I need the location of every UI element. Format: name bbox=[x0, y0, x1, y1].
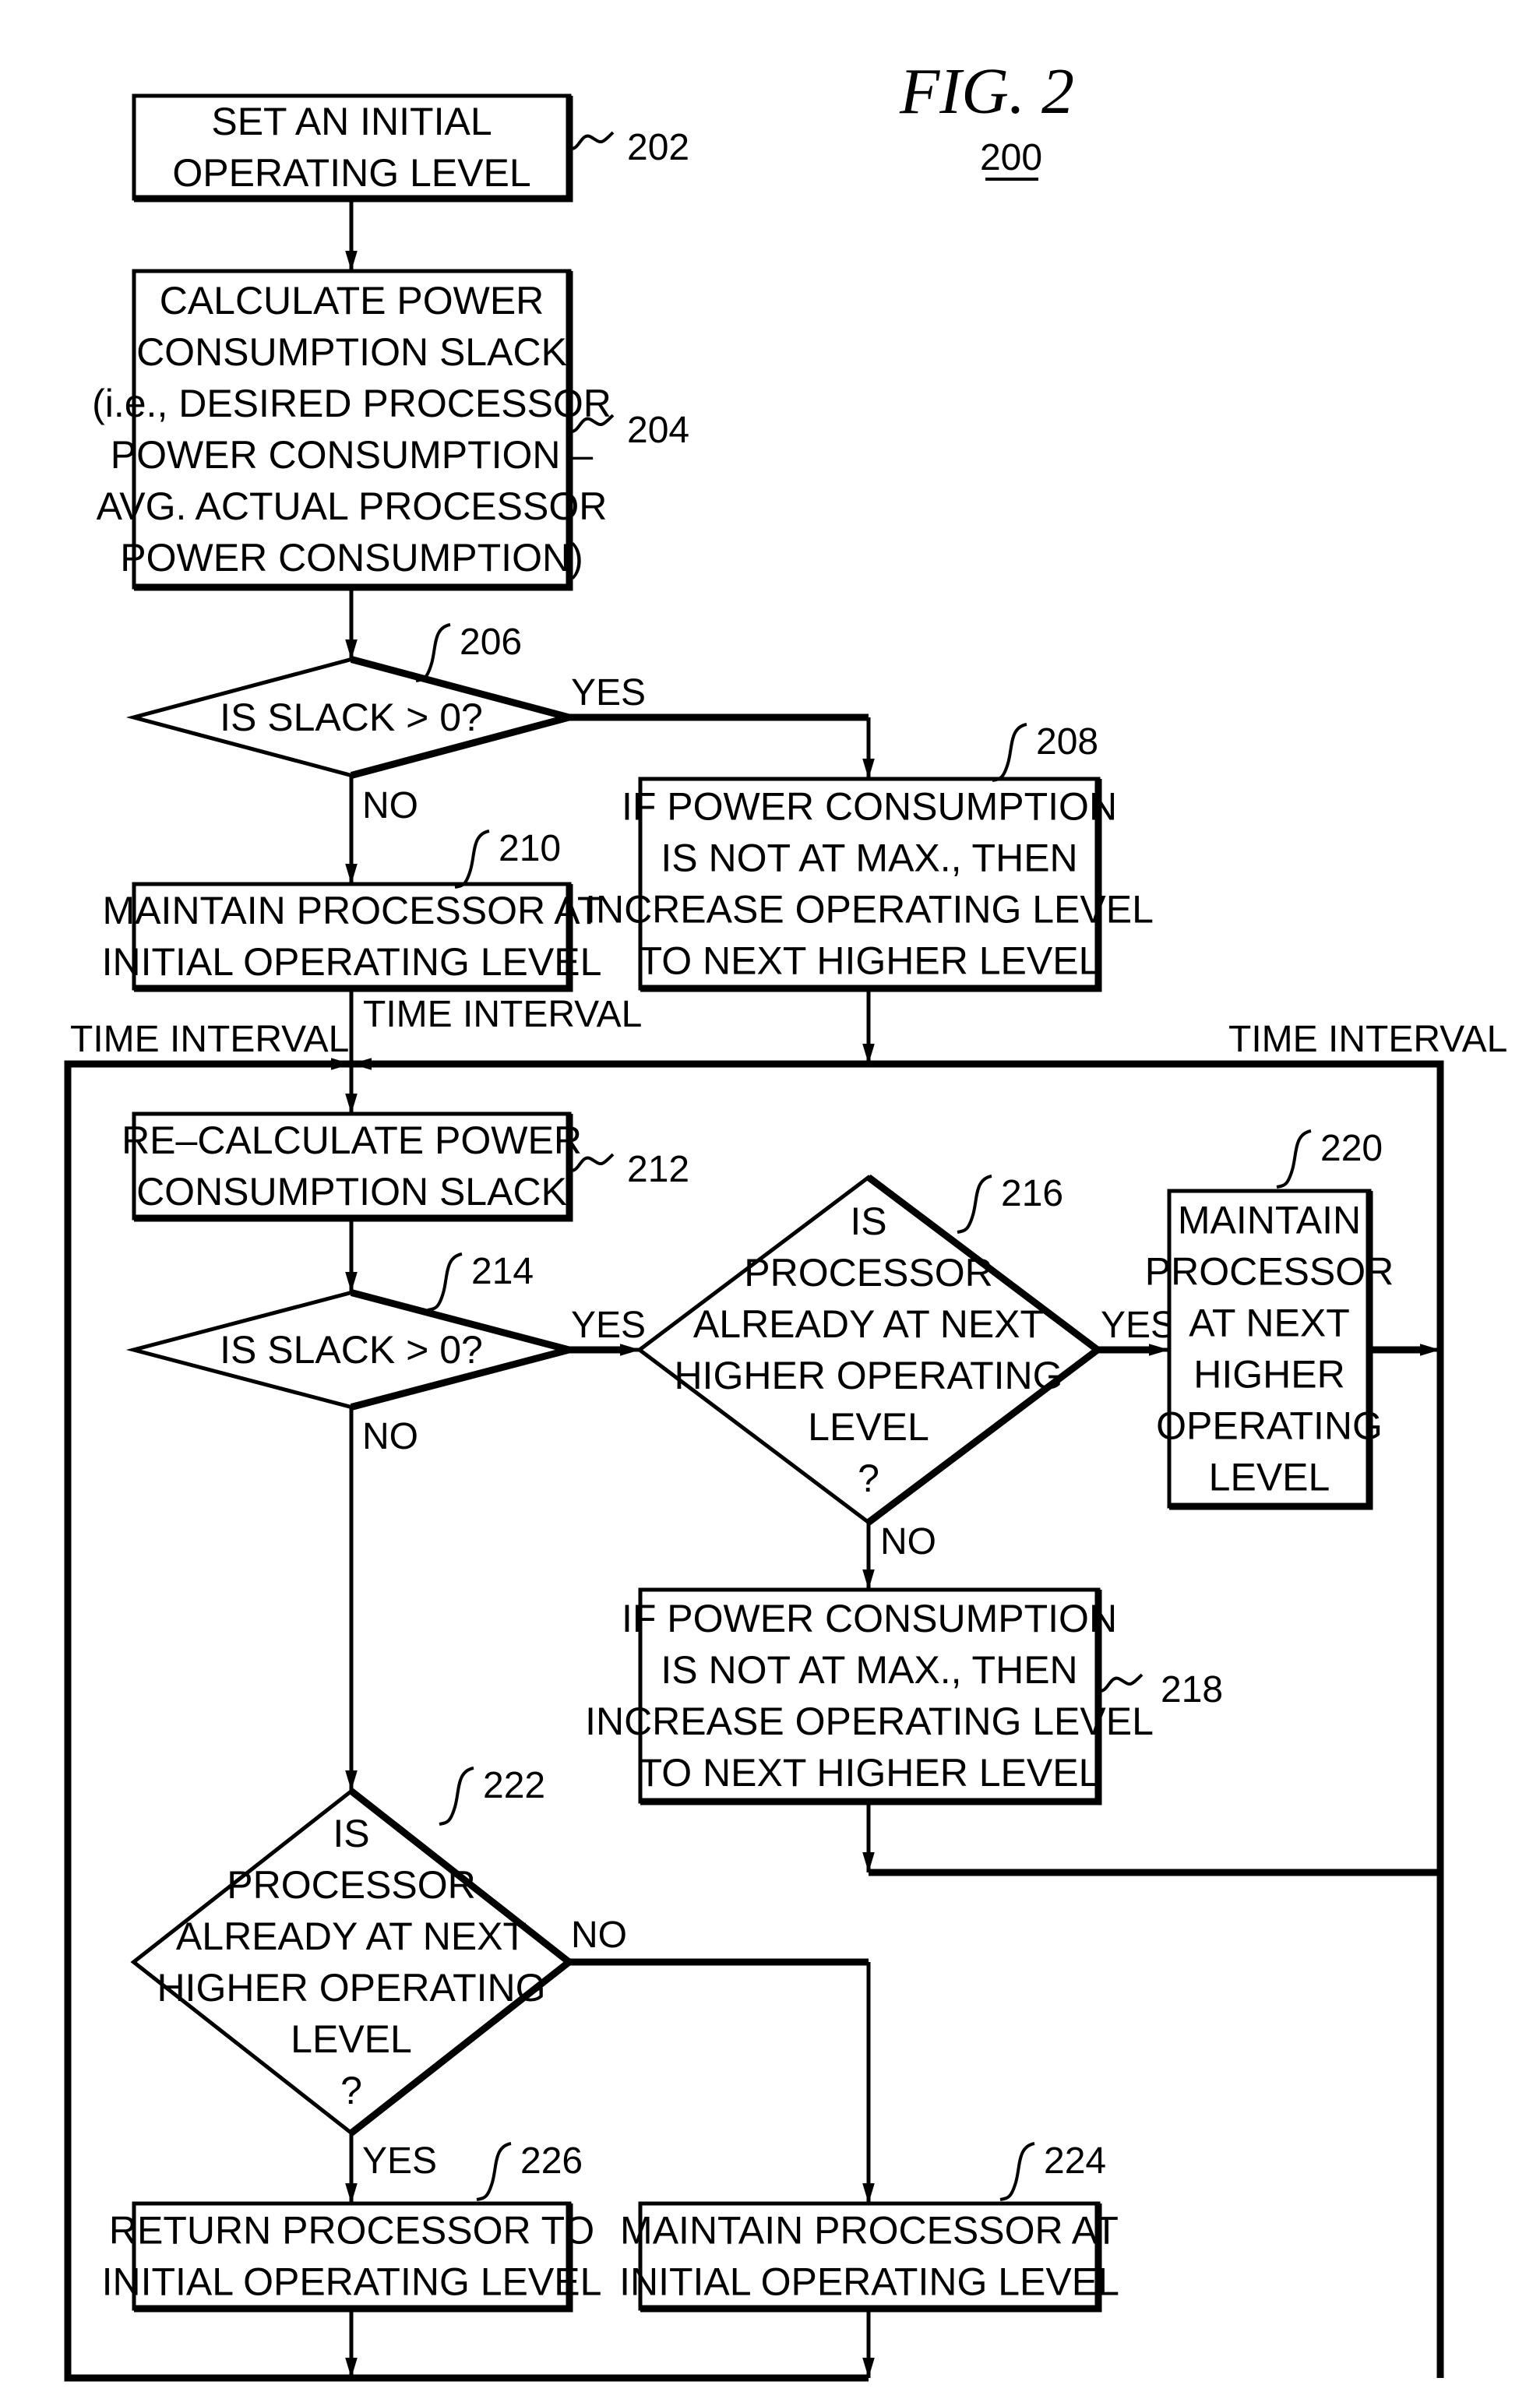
leader-line-icon bbox=[992, 723, 1027, 782]
label-222-no: NO bbox=[571, 1915, 627, 1956]
label-206-no: NO bbox=[362, 785, 418, 826]
node-text-line: PROCESSOR bbox=[744, 1251, 993, 1295]
nodes: SET AN INITIAL OPERATING LEVEL 202 CALCULAT… bbox=[92, 93, 1394, 2313]
node-text-line: CALCULATE POWER bbox=[160, 279, 544, 322]
node-text-line: ALREADY AT NEXT bbox=[176, 1915, 527, 1958]
node-220: MAINTAIN PROCESSOR AT NEXT HIGHER OPERATING L… bbox=[1145, 1128, 1394, 1510]
node-text-line: CONSUMPTION SLACK bbox=[136, 330, 567, 374]
leader-line-icon bbox=[1276, 1129, 1312, 1189]
node-text-line: TO NEXT HIGHER LEVEL bbox=[639, 1751, 1101, 1795]
node-text-line: RE–CALCULATE POWER bbox=[122, 1118, 582, 1162]
node-text-line: POWER CONSUMPTION – bbox=[111, 433, 594, 477]
node-text-line: IS NOT AT MAX., THEN bbox=[661, 837, 1077, 880]
node-text-line: INITIAL OPERATING LEVEL bbox=[102, 940, 602, 984]
figure-number: 200 bbox=[980, 137, 1042, 178]
leader-line-icon bbox=[476, 2142, 512, 2201]
reference-numeral-210: 210 bbox=[499, 828, 561, 869]
node-text-line: AVG. ACTUAL PROCESSOR bbox=[97, 484, 608, 528]
leader-line-icon bbox=[569, 131, 615, 150]
node-text-line: ? bbox=[340, 2069, 362, 2112]
reference-numeral-224: 224 bbox=[1044, 2140, 1106, 2182]
node-text-line: AT NEXT bbox=[1189, 1302, 1350, 1345]
node-text-line: MAINTAIN PROCESSOR AT bbox=[620, 2209, 1119, 2253]
node-text-line: IS SLACK > 0? bbox=[220, 696, 483, 739]
node-204: CALCULATE POWER CONSUMPTION SLACK (i.e., D… bbox=[92, 269, 689, 591]
node-text-line: MAINTAIN PROCESSOR AT bbox=[103, 889, 601, 932]
reference-numeral-212: 212 bbox=[627, 1149, 689, 1190]
node-222: IS PROCESSOR ALREADY AT NEXT HIGHER OPERATI… bbox=[130, 1765, 575, 2137]
node-text-line: MAINTAIN bbox=[1178, 1199, 1361, 1242]
reference-numeral-214: 214 bbox=[471, 1251, 534, 1292]
node-text-line: SET AN INITIAL bbox=[211, 100, 492, 143]
label-time-interval-left: TIME INTERVAL bbox=[70, 1019, 349, 1060]
node-text-line: IS NOT AT MAX., THEN bbox=[661, 1648, 1077, 1692]
leader-line-icon bbox=[454, 830, 490, 889]
flowchart: FIG. 2 200 YES NO TIME INTERVAL TIME INT… bbox=[64, 55, 1507, 2382]
node-text-line: PROCESSOR bbox=[227, 1863, 476, 1907]
node-text-line: TO NEXT HIGHER LEVEL bbox=[639, 939, 1101, 983]
node-text-line: ALREADY AT NEXT bbox=[693, 1302, 1044, 1346]
label-216-yes: YES bbox=[1101, 1305, 1175, 1346]
node-text-line: CONSUMPTION SLACK bbox=[136, 1170, 567, 1214]
reference-numeral-202: 202 bbox=[627, 127, 689, 168]
leader-line-icon bbox=[439, 1767, 474, 1826]
node-212: RE–CALCULATE POWER CONSUMPTION SLACK 212 bbox=[122, 1111, 689, 1222]
node-218: IF POWER CONSUMPTION IS NOT AT MAX., THEN… bbox=[585, 1587, 1223, 1805]
node-text-line: LEVEL bbox=[808, 1405, 929, 1449]
reference-numeral-222: 222 bbox=[483, 1765, 545, 1806]
leader-line-icon bbox=[427, 1252, 463, 1312]
node-text-line: OPERATING LEVEL bbox=[172, 151, 530, 195]
node-text-line: OPERATING bbox=[1156, 1404, 1383, 1448]
node-text-line: IF POWER CONSUMPTION bbox=[622, 1597, 1117, 1640]
node-text-line: PROCESSOR bbox=[1145, 1250, 1394, 1294]
node-text-line: INITIAL OPERATING LEVEL bbox=[102, 2260, 602, 2304]
label-216-no: NO bbox=[880, 1521, 936, 1562]
node-text-line: HIGHER OPERATING bbox=[157, 1966, 545, 2010]
label-time-interval-center: TIME INTERVAL bbox=[363, 994, 642, 1035]
figure-title: FIG. 2 bbox=[899, 55, 1074, 128]
node-text-line: HIGHER OPERATING bbox=[674, 1354, 1062, 1397]
node-text-line: LEVEL bbox=[1209, 1456, 1330, 1499]
node-text-line: (i.e., DESIRED PROCESSOR bbox=[92, 382, 611, 425]
node-text-line: INCREASE OPERATING LEVEL bbox=[585, 1700, 1154, 1743]
node-text-line: IS SLACK > 0? bbox=[220, 1328, 483, 1372]
leader-line-icon bbox=[415, 623, 451, 682]
node-text-line: HIGHER bbox=[1193, 1353, 1344, 1397]
reference-numeral-208: 208 bbox=[1036, 721, 1098, 763]
node-text-line: IS bbox=[333, 1812, 369, 1855]
node-text-line: POWER CONSUMPTION) bbox=[120, 536, 583, 579]
node-text-line: RETURN PROCESSOR TO bbox=[109, 2209, 594, 2253]
reference-numeral-206: 206 bbox=[460, 622, 522, 663]
node-text-line: LEVEL bbox=[291, 2017, 412, 2061]
node-202: SET AN INITIAL OPERATING LEVEL 202 bbox=[132, 93, 689, 203]
node-text-line: INCREASE OPERATING LEVEL bbox=[585, 888, 1154, 932]
reference-numeral-218: 218 bbox=[1161, 1669, 1223, 1710]
reference-numeral-220: 220 bbox=[1320, 1128, 1383, 1169]
label-222-yes: YES bbox=[362, 2140, 437, 2182]
node-text-line: ? bbox=[858, 1457, 879, 1500]
node-text-line: INITIAL OPERATING LEVEL bbox=[619, 2260, 1119, 2304]
label-time-interval-right: TIME INTERVAL bbox=[1228, 1019, 1507, 1060]
node-text-line: IS bbox=[850, 1200, 886, 1243]
label-214-no: NO bbox=[362, 1416, 418, 1457]
label-214-yes: YES bbox=[571, 1305, 646, 1346]
leader-line-icon bbox=[999, 2142, 1035, 2201]
leader-line-icon bbox=[1098, 1673, 1144, 1693]
reference-numeral-226: 226 bbox=[520, 2140, 583, 2182]
leader-line-icon bbox=[957, 1175, 992, 1234]
node-text-line: IF POWER CONSUMPTION bbox=[622, 785, 1117, 829]
reference-numeral-216: 216 bbox=[1001, 1173, 1063, 1214]
node-216: IS PROCESSOR ALREADY AT NEXT HIGHER OPERATI… bbox=[636, 1173, 1104, 1526]
label-206-yes: YES bbox=[571, 672, 646, 713]
reference-numeral-204: 204 bbox=[627, 410, 689, 451]
